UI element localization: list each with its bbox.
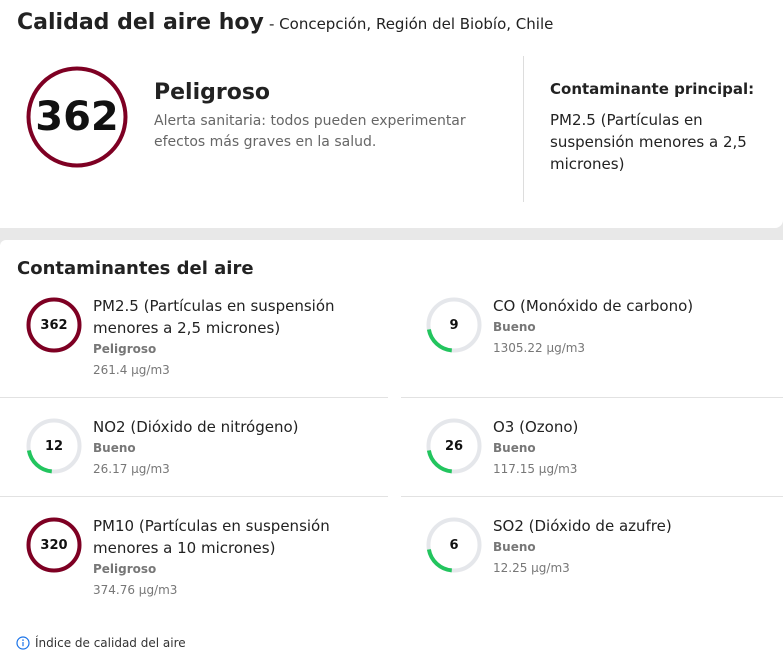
pollutant-item-pm25[interactable]: 362 PM2.5 (Partículas en suspensión meno… — [0, 297, 370, 397]
pollutant-name: CO (Monóxido de carbono) — [493, 297, 694, 315]
pollutant-name: NO2 (Dióxido de nitrógeno) — [93, 418, 299, 436]
aqi-info-label: Índice de calidad del aire — [35, 636, 186, 650]
pollutant-name: O3 (Ozono) — [493, 418, 579, 436]
pollutant-level: Peligroso — [93, 342, 157, 356]
pollutant-level: Bueno — [493, 540, 536, 554]
row-divider — [0, 397, 388, 398]
vertical-divider — [523, 56, 524, 202]
pollutant-gauge: 9 — [426, 297, 482, 353]
pollutant-value: 6 — [449, 537, 459, 553]
row-divider — [401, 496, 783, 497]
pollutant-value: 12 — [44, 438, 64, 454]
pollutant-level: Bueno — [493, 441, 536, 455]
pollutant-name: SO2 (Dióxido de azufre) — [493, 517, 672, 535]
pollutant-item-co[interactable]: 9 CO (Monóxido de carbono) Bueno 1305.22… — [400, 297, 770, 397]
row-divider — [0, 496, 388, 497]
pollutant-concentration: 374.76 µg/m3 — [93, 583, 178, 597]
pollutant-name: PM10 (Partículas en suspensión menores a… — [93, 517, 330, 557]
pollutant-value: 320 — [40, 537, 68, 553]
aqi-info-link[interactable]: Índice de calidad del aire — [16, 636, 186, 650]
pollutant-item-so2[interactable]: 6 SO2 (Dióxido de azufre) Bueno 12.25 µg… — [400, 517, 770, 617]
pollutant-concentration: 12.25 µg/m3 — [493, 561, 570, 575]
pollutant-concentration: 117.15 µg/m3 — [493, 462, 578, 476]
aqi-gauge: 362 — [26, 66, 128, 168]
pollutant-level: Bueno — [93, 441, 136, 455]
pollutant-value: 26 — [444, 438, 464, 454]
page-title: Calidad del aire hoy — [17, 10, 264, 35]
pollutant-gauge: 26 — [426, 418, 482, 474]
page-header: Calidad del aire hoy - Concepción, Regió… — [17, 10, 553, 35]
location-label: - Concepción, Región del Biobío, Chile — [268, 15, 554, 33]
pollutant-value: 362 — [40, 317, 68, 333]
row-divider — [401, 397, 783, 398]
pollutant-item-pm10[interactable]: 320 PM10 (Partículas en suspensión menor… — [0, 517, 370, 617]
main-pollutant-label: Contaminante principal: — [550, 80, 755, 98]
pollutant-gauge: 362 — [26, 297, 82, 353]
aqi-description: Alerta sanitaria: todos pueden experimen… — [154, 113, 466, 150]
pollutant-concentration: 1305.22 µg/m3 — [493, 341, 586, 355]
pollutant-gauge: 320 — [26, 517, 82, 573]
pollutant-item-o3[interactable]: 26 O3 (Ozono) Bueno 117.15 µg/m3 — [400, 418, 770, 518]
pollutant-concentration: 261.4 µg/m3 — [93, 363, 170, 377]
main-pollutant-value: PM2.5 (Partículas en suspensión menores … — [550, 111, 747, 173]
pollutant-concentration: 26.17 µg/m3 — [93, 462, 170, 476]
pollutants-title: Contaminantes del aire — [17, 258, 254, 279]
pollutant-gauge: 12 — [26, 418, 82, 474]
aqi-value: 362 — [35, 94, 119, 140]
info-icon — [16, 636, 30, 650]
pollutant-value: 9 — [449, 317, 459, 333]
pollutant-name: PM2.5 (Partículas en suspensión menores … — [93, 297, 335, 337]
pollutant-item-no2[interactable]: 12 NO2 (Dióxido de nitrógeno) Bueno 26.1… — [0, 418, 370, 518]
pollutant-level: Peligroso — [93, 562, 157, 576]
pollutant-level: Bueno — [493, 320, 536, 334]
aqi-level: Peligroso — [154, 80, 271, 105]
summary-card: Calidad del aire hoy - Concepción, Regió… — [0, 0, 783, 228]
pollutant-gauge: 6 — [426, 517, 482, 573]
